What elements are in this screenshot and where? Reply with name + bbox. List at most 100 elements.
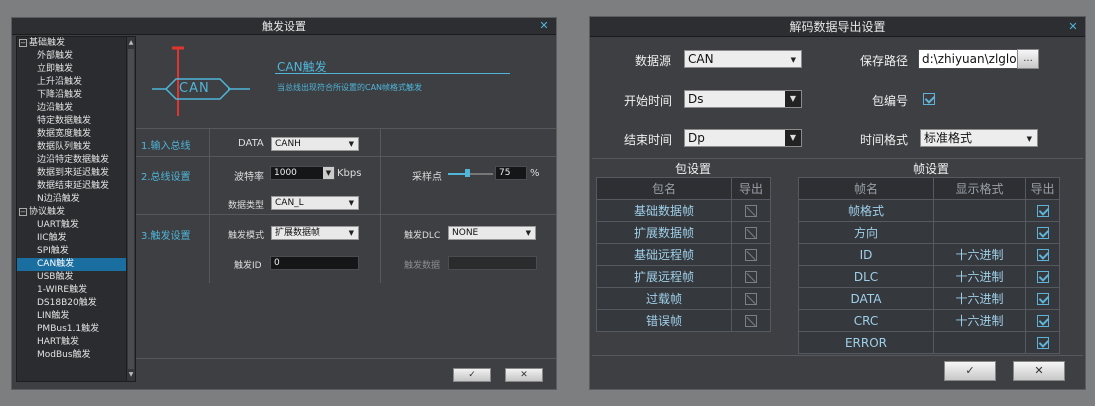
export-checkbox[interactable]	[745, 271, 757, 283]
ok-button[interactable]: ✓	[453, 368, 491, 382]
tree-item-label: 外部触发	[37, 51, 74, 61]
tree-item-label: 数据结束延迟触发	[37, 181, 110, 191]
data-channel-select[interactable]: CANH ▼	[271, 137, 359, 151]
packet-name: 基础数据帧	[596, 199, 732, 222]
scrollbar-thumb[interactable]	[128, 49, 134, 369]
data-source-label: 数据源	[635, 54, 672, 68]
tree-item[interactable]: 下降沿触发	[17, 89, 126, 102]
data-type-select[interactable]: CAN_L ▼	[271, 196, 359, 210]
export-checkbox[interactable]	[1036, 249, 1049, 261]
table-row: 帧格式	[798, 199, 1060, 222]
sample-point-unit: %	[530, 168, 540, 179]
table-row: 过载帧	[596, 287, 771, 310]
tree-item[interactable]: 数据结束延迟触发	[17, 180, 126, 193]
trigger-type-tree[interactable]: − 基础触发 外部触发立即触发 上升沿触发 下降沿触发 边沿触发 特定数据触发 数据宽度触发数…	[16, 36, 136, 382]
baud-rate-field[interactable]: 1000 ▼	[270, 166, 335, 180]
cancel-button[interactable]: ✕	[1013, 361, 1065, 381]
chevron-down-icon[interactable]: ▼	[323, 167, 334, 179]
tree-item[interactable]: 外部触发	[17, 50, 126, 63]
collapse-icon[interactable]: −	[19, 39, 27, 47]
table-row: 扩展数据帧	[596, 221, 771, 244]
tree-scrollbar[interactable]: ▲ ▼	[126, 37, 135, 381]
trigger-id-field[interactable]: 0	[270, 256, 359, 270]
tree-item[interactable]: CAN触发	[17, 258, 126, 271]
frame-name: 帧格式	[798, 199, 934, 222]
trigger-mode-select[interactable]: 扩展数据帧 ▼	[271, 226, 359, 240]
export-cell	[731, 199, 771, 222]
frame-name: CRC	[798, 309, 934, 332]
export-checkbox[interactable]	[745, 227, 757, 239]
ok-button[interactable]: ✓	[944, 361, 996, 381]
section-divider	[136, 128, 556, 129]
tree-item-label: N边沿触发	[37, 194, 80, 204]
scroll-up-icon[interactable]: ▲	[127, 38, 135, 48]
time-format-select[interactable]: 标准格式 ▼	[920, 129, 1038, 147]
tree-item[interactable]: N边沿触发	[17, 193, 126, 206]
sample-point-slider[interactable]	[448, 169, 493, 177]
trigger-dlc-select[interactable]: NONE ▼	[448, 226, 536, 240]
tree-item[interactable]: − 协议触发	[17, 206, 126, 219]
table-row: CRC 十六进制	[798, 309, 1060, 332]
tree-item[interactable]: 边沿特定数据触发	[17, 154, 126, 167]
start-time-select[interactable]: Ds ▼	[684, 90, 802, 108]
tree-item[interactable]: HART触发	[17, 336, 126, 349]
tree-item[interactable]: 1-WIRE触发	[17, 284, 126, 297]
tree-item[interactable]: SPI触发	[17, 245, 126, 258]
tree-item[interactable]: UART触发	[17, 219, 126, 232]
tree-item-label: 数据宽度触发	[37, 129, 92, 139]
tree-item[interactable]: 数据队列触发	[17, 141, 126, 154]
tree-item[interactable]: USB触发	[17, 271, 126, 284]
export-checkbox[interactable]	[1036, 337, 1049, 349]
collapse-icon[interactable]: −	[19, 208, 27, 216]
table-row: DATA 十六进制	[798, 287, 1060, 310]
tree-item[interactable]: 数据到来延迟触发	[17, 167, 126, 180]
export-checkbox[interactable]	[745, 293, 757, 305]
tree-item[interactable]: ModBus触发	[17, 349, 126, 362]
export-cell	[1025, 221, 1060, 244]
export-checkbox[interactable]	[1036, 227, 1049, 239]
packet-number-checkbox[interactable]	[923, 93, 935, 105]
section-trigger-settings: 3.触发设置	[141, 231, 191, 242]
export-cell	[1025, 243, 1060, 266]
export-checkbox[interactable]	[1036, 205, 1049, 217]
tree-item[interactable]: 数据宽度触发	[17, 128, 126, 141]
table-row: 错误帧	[596, 309, 771, 332]
export-checkbox[interactable]	[1036, 271, 1049, 283]
chevron-down-icon: ▼	[348, 229, 354, 237]
dialog-titlebar: 触发设置 ✕	[12, 18, 556, 35]
slider-handle[interactable]	[464, 169, 470, 177]
sample-point-field[interactable]: 75	[495, 166, 527, 180]
close-icon[interactable]: ✕	[537, 19, 551, 33]
export-checkbox[interactable]	[745, 249, 757, 261]
browse-button[interactable]: ...	[1017, 49, 1039, 69]
table-row: 基础数据帧	[596, 199, 771, 222]
export-checkbox[interactable]	[745, 205, 757, 217]
cancel-button[interactable]: ✕	[505, 368, 543, 382]
tree-item[interactable]: IIC触发	[17, 232, 126, 245]
chevron-down-icon: ▼	[348, 140, 354, 148]
section-divider	[380, 128, 381, 283]
tree-item[interactable]: − 基础触发	[17, 37, 126, 50]
end-time-select[interactable]: Dp ▼	[684, 129, 802, 147]
tree-item[interactable]: 立即触发	[17, 63, 126, 76]
tree-item[interactable]: LIN触发	[17, 310, 126, 323]
tree-item[interactable]: 特定数据触发	[17, 115, 126, 128]
save-path-field[interactable]: d:\zhiyuan\zlglog	[918, 49, 1018, 69]
tree-item[interactable]: 上升沿触发	[17, 76, 126, 89]
tree-item[interactable]: DS18B20触发	[17, 297, 126, 310]
tree-item[interactable]: 边沿触发	[17, 102, 126, 115]
chevron-down-icon: ▼	[525, 229, 531, 237]
tree-item-label: CAN触发	[37, 259, 75, 269]
data-source-select[interactable]: CAN ▼	[684, 50, 802, 68]
export-cell	[731, 265, 771, 288]
tree-item-label: HART触发	[37, 337, 80, 347]
trigger-data-field[interactable]	[448, 256, 537, 270]
close-icon[interactable]: ✕	[1066, 20, 1080, 34]
start-time-value: Ds	[688, 92, 704, 106]
baud-unit: Kbps	[337, 168, 362, 179]
export-checkbox[interactable]	[1036, 293, 1049, 305]
tree-item[interactable]: PMBus1.1触发	[17, 323, 126, 336]
scroll-down-icon[interactable]: ▼	[127, 370, 135, 380]
export-checkbox[interactable]	[745, 315, 757, 327]
export-checkbox[interactable]	[1036, 315, 1049, 327]
